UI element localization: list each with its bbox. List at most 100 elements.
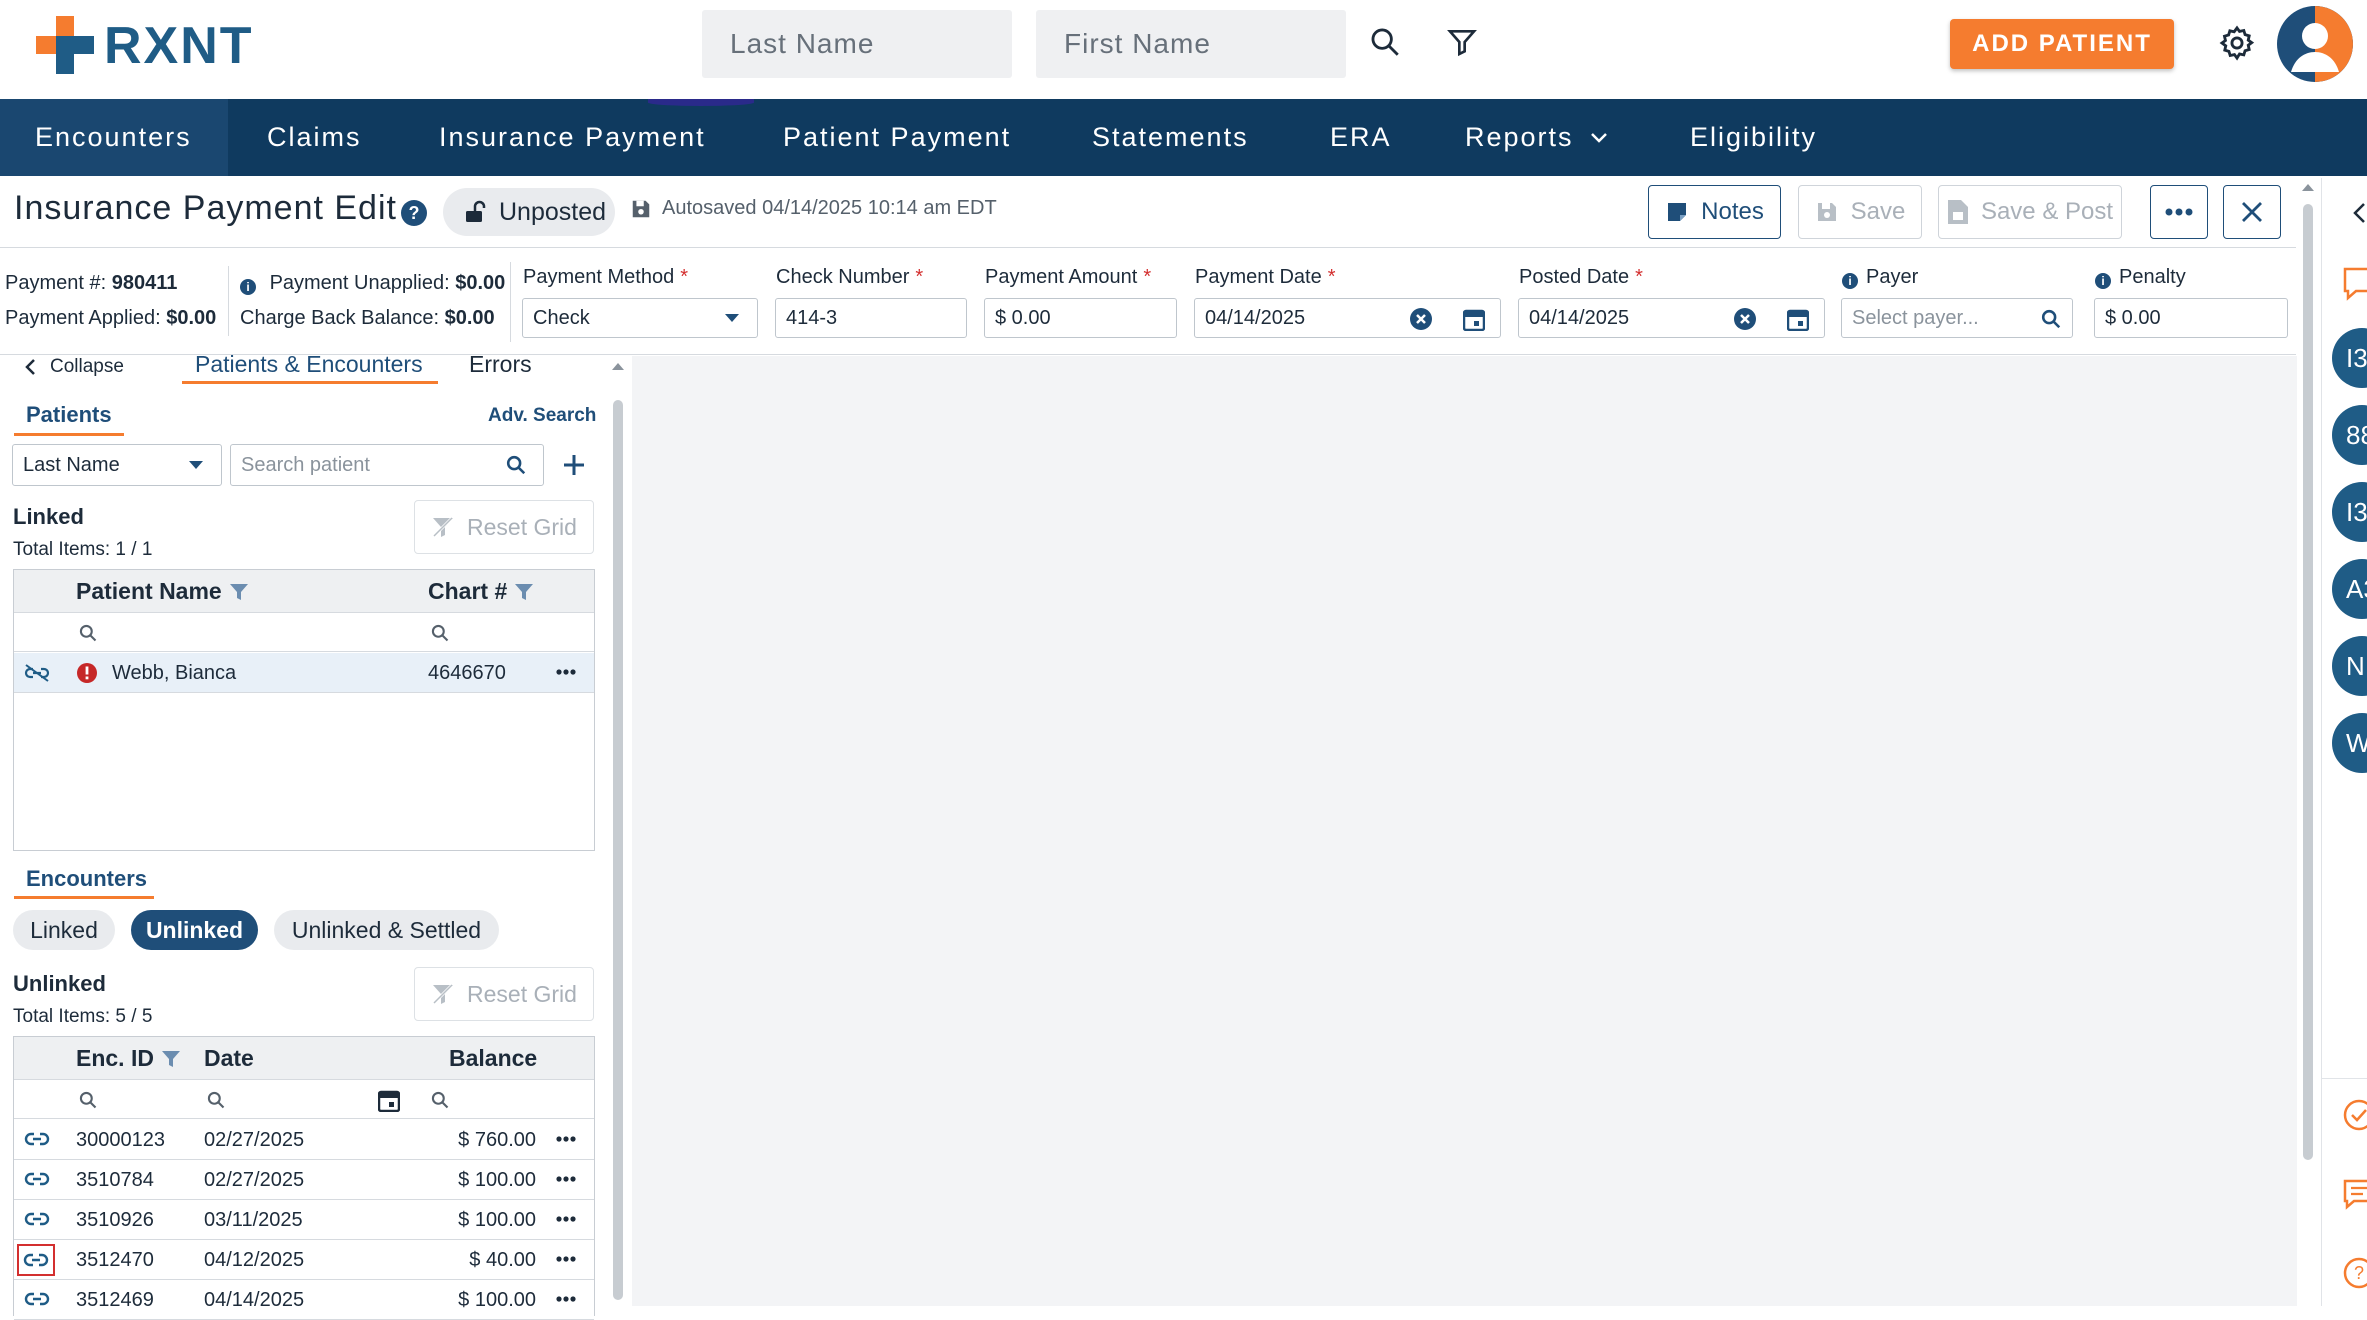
patients-heading[interactable]: Patients [26, 402, 112, 428]
tab-patients-encounters[interactable]: Patients & Encounters [195, 351, 423, 378]
scroll-up-icon[interactable] [606, 356, 630, 376]
help-icon[interactable]: ? [400, 199, 428, 227]
table-row[interactable]: 30000123 02/27/2025 $ 760.00 [14, 1120, 594, 1160]
row-more-icon[interactable] [556, 1176, 576, 1182]
search-icon[interactable] [2040, 308, 2062, 330]
col-patient-name[interactable]: Patient Name [76, 578, 248, 605]
search-icon[interactable] [430, 623, 450, 643]
more-options-button[interactable] [2150, 185, 2208, 239]
encounters-heading[interactable]: Encounters [26, 866, 147, 892]
clear-icon[interactable] [1733, 307, 1757, 331]
col-balance[interactable]: Balance [449, 1045, 537, 1072]
row-more-icon[interactable] [556, 1256, 576, 1262]
payer-search-input[interactable]: Select payer... [1841, 298, 2073, 338]
nav-insurance-payment[interactable]: Insurance Payment [439, 99, 706, 176]
link-icon[interactable] [24, 1210, 50, 1228]
payment-amount-input[interactable]: $ 0.00 [984, 298, 1177, 338]
column-filter-icon[interactable] [515, 583, 534, 600]
link-icon[interactable] [17, 1244, 55, 1276]
nav-reports[interactable]: Reports [1465, 99, 1608, 176]
nav-era[interactable]: ERA [1330, 99, 1392, 176]
col-enc-id[interactable]: Enc. ID [76, 1045, 180, 1072]
user-avatar[interactable] [2277, 6, 2353, 82]
link-icon[interactable] [24, 1130, 50, 1148]
scrollbar-thumb[interactable] [613, 400, 623, 1300]
posted-date-input[interactable]: 04/14/2025 [1518, 298, 1825, 338]
row-more-icon[interactable] [556, 1136, 576, 1142]
rail-avatar[interactable]: NI [2332, 636, 2367, 696]
search-icon[interactable] [505, 454, 527, 476]
column-filter-icon[interactable] [161, 1050, 180, 1067]
link-icon[interactable] [24, 1170, 50, 1188]
close-button[interactable] [2223, 185, 2281, 239]
scroll-up-icon[interactable] [2297, 178, 2319, 196]
add-patient-icon[interactable] [562, 453, 586, 477]
last-name-search-input[interactable]: Last Name [702, 10, 1012, 78]
penalty-input[interactable]: $ 0.00 [2094, 298, 2288, 338]
unlink-icon[interactable] [24, 663, 50, 683]
left-panel-scrollbar[interactable] [606, 356, 630, 1306]
calendar-icon[interactable] [378, 1088, 400, 1112]
row-more-icon[interactable] [556, 1216, 576, 1222]
table-row[interactable]: 3510784 02/27/2025 $ 100.00 [14, 1160, 594, 1200]
rail-avatar[interactable]: I3 [2332, 328, 2367, 388]
column-filter-icon[interactable] [229, 583, 248, 600]
rail-avatar[interactable]: I3 [2332, 482, 2367, 542]
payment-method-select[interactable]: Check [522, 298, 758, 338]
help-circle-icon[interactable]: ? [2342, 1256, 2367, 1290]
clear-icon[interactable] [1409, 307, 1433, 331]
search-icon[interactable] [206, 1090, 226, 1110]
search-by-select[interactable]: Last Name [12, 444, 222, 486]
chevron-left-icon[interactable] [2352, 202, 2366, 224]
notes-button[interactable]: Notes [1648, 185, 1781, 239]
message-icon[interactable] [2342, 1178, 2367, 1212]
filter-unlinked[interactable]: Unlinked [131, 910, 258, 950]
col-chart-number[interactable]: Chart # [428, 578, 534, 605]
adv-search-link[interactable]: Adv. Search [488, 405, 596, 427]
row-more-icon[interactable] [556, 1296, 576, 1302]
table-row[interactable]: Webb, Bianca 4646670 [14, 653, 594, 693]
nav-encounters[interactable]: Encounters [0, 99, 228, 176]
filter-icon[interactable] [1446, 25, 1478, 59]
nav-patient-payment[interactable]: Patient Payment [783, 99, 1011, 176]
save-and-post-button[interactable]: Save & Post [1938, 185, 2122, 239]
tab-errors[interactable]: Errors [469, 351, 532, 378]
reset-grid-button[interactable]: Reset Grid [414, 967, 594, 1021]
table-row[interactable]: 3512470 04/12/2025 $ 40.00 [14, 1240, 594, 1280]
rail-avatar[interactable]: A3 [2332, 559, 2367, 619]
nav-statements[interactable]: Statements [1092, 99, 1249, 176]
save-button[interactable]: Save [1798, 185, 1922, 239]
search-icon[interactable] [78, 1090, 98, 1110]
reset-grid-button[interactable]: Reset Grid [414, 500, 594, 554]
calendar-icon[interactable] [1787, 307, 1809, 331]
rxnt-logo[interactable]: RXNT [36, 14, 254, 78]
rail-avatar[interactable]: W [2332, 713, 2367, 773]
first-name-search-input[interactable]: First Name [1036, 10, 1346, 78]
search-icon[interactable] [78, 623, 98, 643]
search-icon[interactable] [1368, 25, 1402, 59]
add-patient-button[interactable]: ADD PATIENT [1950, 19, 2174, 69]
table-row[interactable]: 3512469 04/14/2025 $ 100.00 [14, 1280, 594, 1320]
filter-linked[interactable]: Linked [13, 910, 115, 950]
status-badge[interactable]: Unposted [443, 188, 615, 236]
check-circle-icon[interactable] [2342, 1098, 2367, 1132]
col-date[interactable]: Date [204, 1045, 254, 1072]
strip-divider-2 [510, 262, 511, 342]
payment-date-input[interactable]: 04/14/2025 [1194, 298, 1501, 338]
row-more-icon[interactable] [556, 669, 576, 675]
main-scrollbar[interactable] [2297, 178, 2319, 1306]
collapse-link[interactable]: Collapse [24, 356, 124, 378]
main-scrollbar-thumb[interactable] [2303, 204, 2313, 1160]
gear-icon[interactable] [2218, 24, 2256, 62]
calendar-icon[interactable] [1463, 307, 1485, 331]
filter-unlinked-settled[interactable]: Unlinked & Settled [274, 910, 499, 950]
nav-eligibility[interactable]: Eligibility [1690, 99, 1817, 176]
search-icon[interactable] [430, 1090, 450, 1110]
rail-avatar[interactable]: 88 [2332, 405, 2367, 465]
table-row[interactable]: 3510926 03/11/2025 $ 100.00 [14, 1200, 594, 1240]
check-number-input[interactable]: 414-3 [775, 298, 967, 338]
chat-icon[interactable] [2342, 266, 2367, 302]
link-icon[interactable] [24, 1290, 50, 1308]
nav-claims[interactable]: Claims [267, 99, 362, 176]
patient-search-input[interactable]: Search patient [230, 444, 544, 486]
